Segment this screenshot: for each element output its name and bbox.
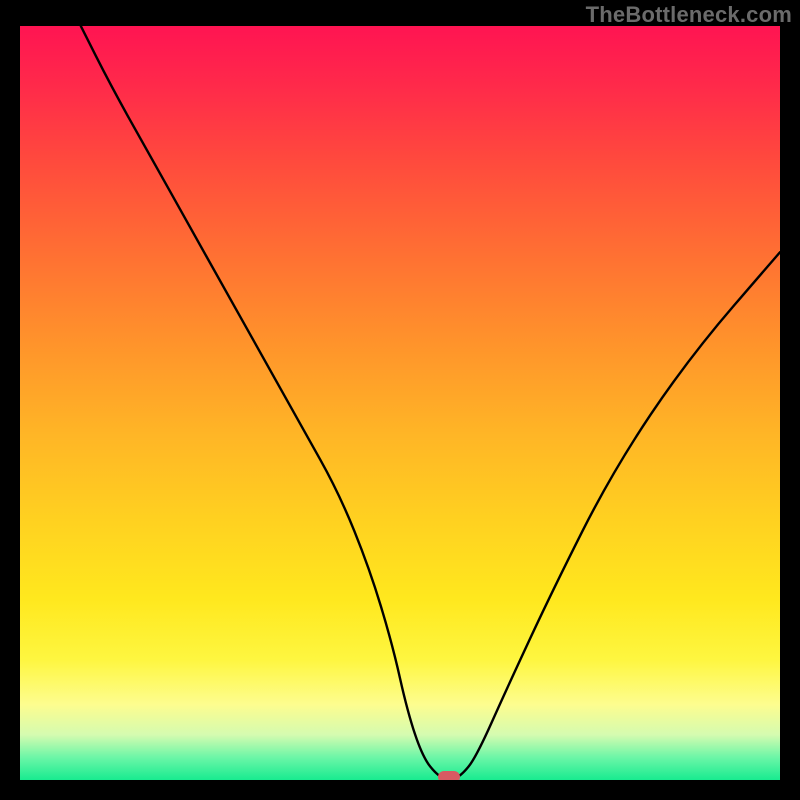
plot-area <box>20 26 780 780</box>
chart-frame: TheBottleneck.com <box>0 0 800 800</box>
watermark-text: TheBottleneck.com <box>586 2 792 28</box>
minimum-marker <box>438 771 460 780</box>
bottleneck-curve <box>20 26 780 780</box>
